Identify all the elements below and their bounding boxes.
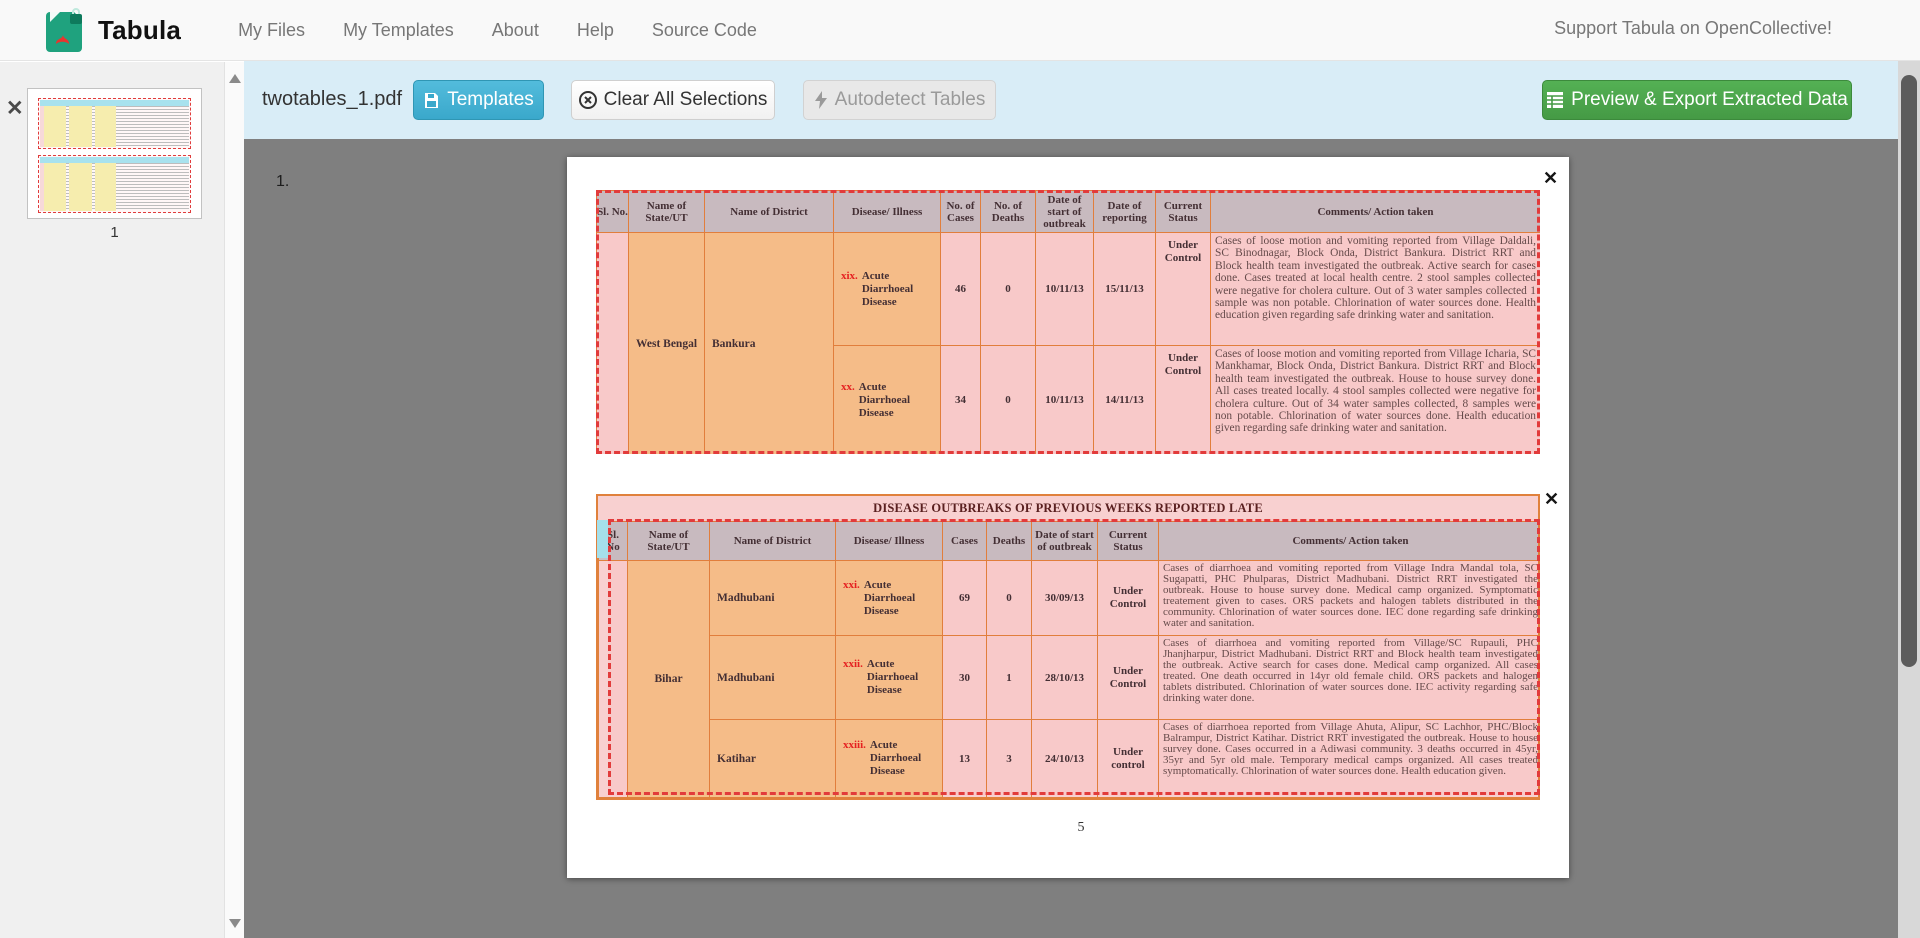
nav-item-about[interactable]: About xyxy=(473,10,558,51)
nav-item-my-templates[interactable]: My Templates xyxy=(324,10,473,51)
templates-button[interactable]: Templates xyxy=(413,80,544,120)
export-button-label: Preview & Export Extracted Data xyxy=(1571,89,1848,111)
pdf-viewer: 1. Sl. No. Name of State/UT Name of Dist… xyxy=(244,139,1898,938)
table-icon xyxy=(1546,91,1564,109)
template-icon xyxy=(423,92,440,109)
support-link[interactable]: Support Tabula on OpenCollective! xyxy=(1554,18,1832,39)
tabula-logo-icon xyxy=(46,8,86,52)
brand-title: Tabula xyxy=(98,15,181,46)
circle-x-icon xyxy=(579,91,597,109)
pdf-page[interactable]: Sl. No. Name of State/UT Name of Distric… xyxy=(567,157,1569,878)
thumbnail-page-number: 1 xyxy=(27,224,202,241)
page-thumbnail[interactable] xyxy=(27,88,202,219)
autodetect-button-label: Autodetect Tables xyxy=(835,89,986,111)
scroll-up-icon[interactable] xyxy=(229,74,241,83)
thumbnail-sidebar: ✕ 1 xyxy=(0,62,244,938)
nav-menu: My Files My Templates About Help Source … xyxy=(219,10,776,51)
mini-table-body xyxy=(40,163,189,211)
unselected-header-sliver xyxy=(597,520,608,558)
thumbnail-selection-2[interactable] xyxy=(38,155,191,213)
mini-table-body xyxy=(40,106,189,147)
selection-2-close-icon[interactable]: ✕ xyxy=(1544,490,1559,508)
nav-item-source-code[interactable]: Source Code xyxy=(633,10,776,51)
autodetect-tables-button[interactable]: Autodetect Tables xyxy=(803,80,996,120)
selection-box-2[interactable] xyxy=(608,519,1540,795)
table-2-title: DISEASE OUTBREAKS OF PREVIOUS WEEKS REPO… xyxy=(598,496,1538,521)
navbar: Tabula My Files My Templates About Help … xyxy=(0,0,1920,61)
toolbar: twotables_1.pdf Templates Clear All Sele… xyxy=(244,61,1920,139)
pdf-page-number: 5 xyxy=(1031,820,1131,836)
tabula-app: Tabula My Files My Templates About Help … xyxy=(0,0,1920,938)
document-filename: twotables_1.pdf xyxy=(262,88,402,111)
lightning-icon xyxy=(814,91,828,109)
nav-item-help[interactable]: Help xyxy=(558,10,633,51)
clear-button-label: Clear All Selections xyxy=(604,89,768,111)
scroll-down-icon[interactable] xyxy=(229,919,241,928)
sidebar-scrollbar[interactable] xyxy=(224,62,244,938)
templates-button-label: Templates xyxy=(447,89,534,111)
nav-item-my-files[interactable]: My Files xyxy=(219,10,324,51)
preview-export-button[interactable]: Preview & Export Extracted Data xyxy=(1542,80,1852,120)
selection-box-1[interactable] xyxy=(596,190,1540,454)
selection-1-close-icon[interactable]: ✕ xyxy=(1543,169,1558,187)
window-scrollbar[interactable] xyxy=(1898,61,1920,938)
clear-all-selections-button[interactable]: Clear All Selections xyxy=(571,80,775,120)
thumbnail-selection-1[interactable] xyxy=(38,98,191,149)
scrollbar-thumb[interactable] xyxy=(1901,75,1917,667)
close-icon[interactable]: ✕ xyxy=(6,96,24,121)
viewer-page-marker: 1. xyxy=(276,173,289,191)
